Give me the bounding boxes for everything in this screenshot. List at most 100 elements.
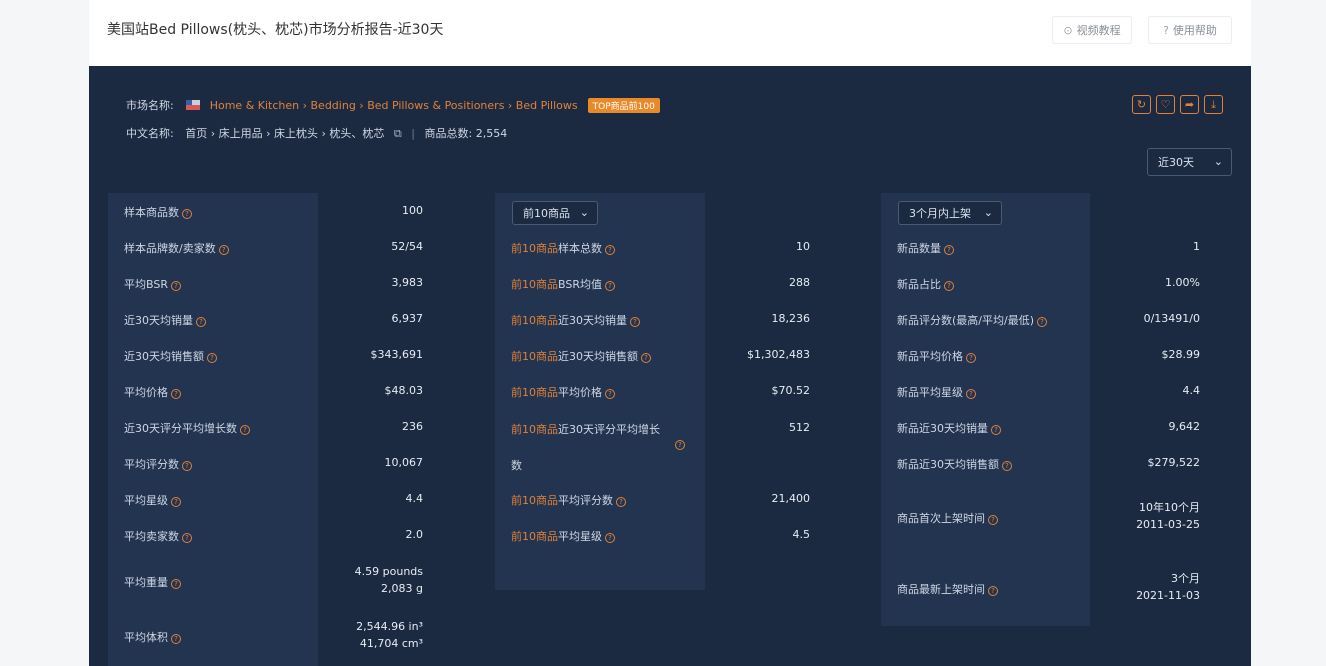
- metric-value: $279,522: [1147, 456, 1201, 469]
- metric-name: 近30天评分平均增长: [558, 423, 660, 436]
- metric-label: 平均体积?: [124, 629, 181, 645]
- chevron-down-icon: ⌄: [983, 206, 993, 219]
- refresh-icon[interactable]: ↻: [1132, 95, 1151, 114]
- help-circle-icon[interactable]: ?: [988, 515, 998, 525]
- metric-name: 新品近30天均销售额: [897, 458, 999, 471]
- share-icon[interactable]: ➦: [1180, 95, 1199, 114]
- help-circle-icon[interactable]: ?: [171, 497, 181, 507]
- video-tutorial-button[interactable]: ⊙ 视频教程: [1052, 16, 1132, 44]
- metric-name: 新品占比: [897, 278, 941, 291]
- help-circle-icon[interactable]: ?: [630, 317, 640, 327]
- metric-name: 商品最新上架时间: [897, 583, 985, 596]
- help-circle-icon[interactable]: ?: [966, 353, 976, 363]
- metric-name: 平均价格: [124, 386, 168, 399]
- listing-age-select[interactable]: 3个月内上架 ⌄: [898, 201, 1002, 225]
- metric-value: $70.52: [771, 384, 811, 397]
- help-circle-icon[interactable]: ?: [171, 634, 181, 644]
- metric-prefix: 前10商品: [511, 494, 558, 507]
- time-range-select[interactable]: 近30天 ⌄: [1147, 148, 1232, 176]
- time-range-value: 近30天: [1158, 156, 1194, 169]
- market-report-panel: 市场名称: Home & Kitchen › Bedding › Bed Pil…: [89, 66, 1251, 666]
- metric-label: 平均卖家数?: [124, 528, 192, 544]
- help-circle-icon[interactable]: ?: [988, 586, 998, 596]
- metric-value: $1,302,483: [747, 348, 810, 361]
- metric-name: 平均评分数: [124, 458, 179, 471]
- metric-name: 平均卖家数: [124, 530, 179, 543]
- help-circle-icon[interactable]: ?: [182, 461, 192, 471]
- metric-row: 平均体积? 2,544.96 in³ 41,704 cm³: [108, 609, 443, 663]
- help-circle-icon[interactable]: ?: [966, 389, 976, 399]
- metric-name: 新品平均价格: [897, 350, 963, 363]
- help-circle-icon[interactable]: ?: [1002, 461, 1012, 471]
- metric-value: 236: [402, 420, 423, 433]
- overview-column: 样本商品数? 100 样本品牌数/卖家数? 52/54 平均BSR? 3,983 近30天均…: [108, 193, 443, 666]
- metric-value: 10年10个月 2011-03-25: [1136, 499, 1200, 533]
- help-circle-icon[interactable]: ?: [991, 425, 1001, 435]
- metric-name: 样本总数: [558, 242, 602, 255]
- help-circle-icon[interactable]: ?: [1037, 317, 1047, 327]
- metric-label: 新品平均星级?: [897, 384, 976, 400]
- metric-label: 平均重量?: [124, 574, 181, 590]
- help-circle-icon[interactable]: ?: [944, 245, 954, 255]
- help-circle-icon[interactable]: ?: [944, 281, 954, 291]
- metric-row: 商品首次上架时间? 10年10个月 2011-03-25: [881, 481, 1220, 553]
- help-circle-icon[interactable]: ?: [171, 389, 181, 399]
- metric-value-line2: 2021-11-03: [1136, 589, 1200, 602]
- metric-value: 6,937: [391, 312, 424, 325]
- metric-row: 新品平均价格? $28.99: [881, 337, 1220, 373]
- video-tutorial-label: 视频教程: [1076, 24, 1121, 37]
- metric-row: 前10商品BSR均值? 288: [495, 265, 830, 301]
- help-circle-icon[interactable]: ?: [182, 533, 192, 543]
- help-circle-icon[interactable]: ?: [207, 353, 217, 363]
- metric-row: 平均重量? 4.59 pounds 2,083 g: [108, 553, 443, 609]
- new-products-column: 3个月内上架 ⌄ 新品数量? 1 新品占比? 1.00% 新品评分数(最高/平均/最低)…: [881, 193, 1220, 626]
- metric-name: 近30天均销量: [124, 314, 193, 327]
- page-title: 美国站Bed Pillows(枕头、枕芯)市场分析报告-近30天: [107, 22, 444, 38]
- help-circle-icon[interactable]: ?: [196, 317, 206, 327]
- metric-value: 1.00%: [1165, 276, 1200, 289]
- metric-name: 平均评分数: [558, 494, 613, 507]
- metric-row: 前10商品近30天评分平均增长? 数 512: [495, 409, 830, 481]
- help-circle-icon[interactable]: ?: [605, 245, 615, 255]
- metric-value: $48.03: [384, 384, 424, 397]
- external-link-icon[interactable]: ⧉: [394, 127, 402, 140]
- metric-row: 近30天均销售额? $343,691: [108, 337, 443, 373]
- help-button[interactable]: ? 使用帮助: [1148, 16, 1232, 44]
- metric-row: 新品近30天均销量? 9,642: [881, 409, 1220, 445]
- metric-name: BSR均值: [558, 278, 602, 291]
- help-circle-icon[interactable]: ?: [170, 281, 181, 291]
- help-circle-icon[interactable]: ?: [605, 533, 615, 543]
- top10-select[interactable]: 前10商品 ⌄: [512, 201, 598, 225]
- metric-row: 平均星级? 4.4: [108, 481, 443, 517]
- help-circle-icon[interactable]: ?: [604, 281, 615, 291]
- favorite-icon[interactable]: ♡: [1156, 95, 1175, 114]
- help-circle-icon[interactable]: ?: [171, 579, 181, 589]
- help-circle-icon[interactable]: ?: [605, 389, 615, 399]
- metric-name: 平均重量: [124, 576, 168, 589]
- help-circle-icon[interactable]: ?: [616, 497, 626, 507]
- metric-value: 18,236: [771, 312, 811, 325]
- page-header: 美国站Bed Pillows(枕头、枕芯)市场分析报告-近30天 ⊙ 视频教程 …: [89, 0, 1251, 66]
- help-circle-icon[interactable]: ?: [218, 245, 229, 255]
- metric-value: 1: [1193, 240, 1200, 253]
- download-icon[interactable]: ⤓: [1204, 95, 1223, 114]
- toolbar: ↻ ♡ ➦ ⤓: [1132, 95, 1223, 114]
- metric-value: 10,067: [384, 456, 424, 469]
- metric-value-line2: 41,704 cm³: [359, 637, 423, 650]
- metric-label: 新品平均价格?: [897, 348, 976, 364]
- help-circle-icon[interactable]: ?: [675, 440, 685, 450]
- metric-label: 前10商品样本总数?: [511, 240, 615, 256]
- metric-label-continued: 数: [511, 459, 522, 472]
- market-name-label: 市场名称:: [126, 99, 174, 112]
- help-circle-icon[interactable]: ?: [182, 209, 192, 219]
- listing-age-select-value: 3个月内上架: [909, 207, 971, 220]
- metric-value-line2: 2,083 g: [381, 582, 423, 595]
- help-circle-icon[interactable]: ?: [641, 353, 651, 363]
- metric-row: 前10商品平均评分数? 21,400: [495, 481, 830, 517]
- metric-row: 前10商品近30天均销售额? $1,302,483: [495, 337, 830, 373]
- metric-label: 平均评分数?: [124, 456, 192, 472]
- help-circle-icon[interactable]: ?: [240, 425, 250, 435]
- metric-row: 新品平均星级? 4.4: [881, 373, 1220, 409]
- metric-value-line1: 3个月: [1171, 572, 1200, 585]
- category-breadcrumb[interactable]: Home & Kitchen › Bedding › Bed Pillows &…: [210, 99, 578, 112]
